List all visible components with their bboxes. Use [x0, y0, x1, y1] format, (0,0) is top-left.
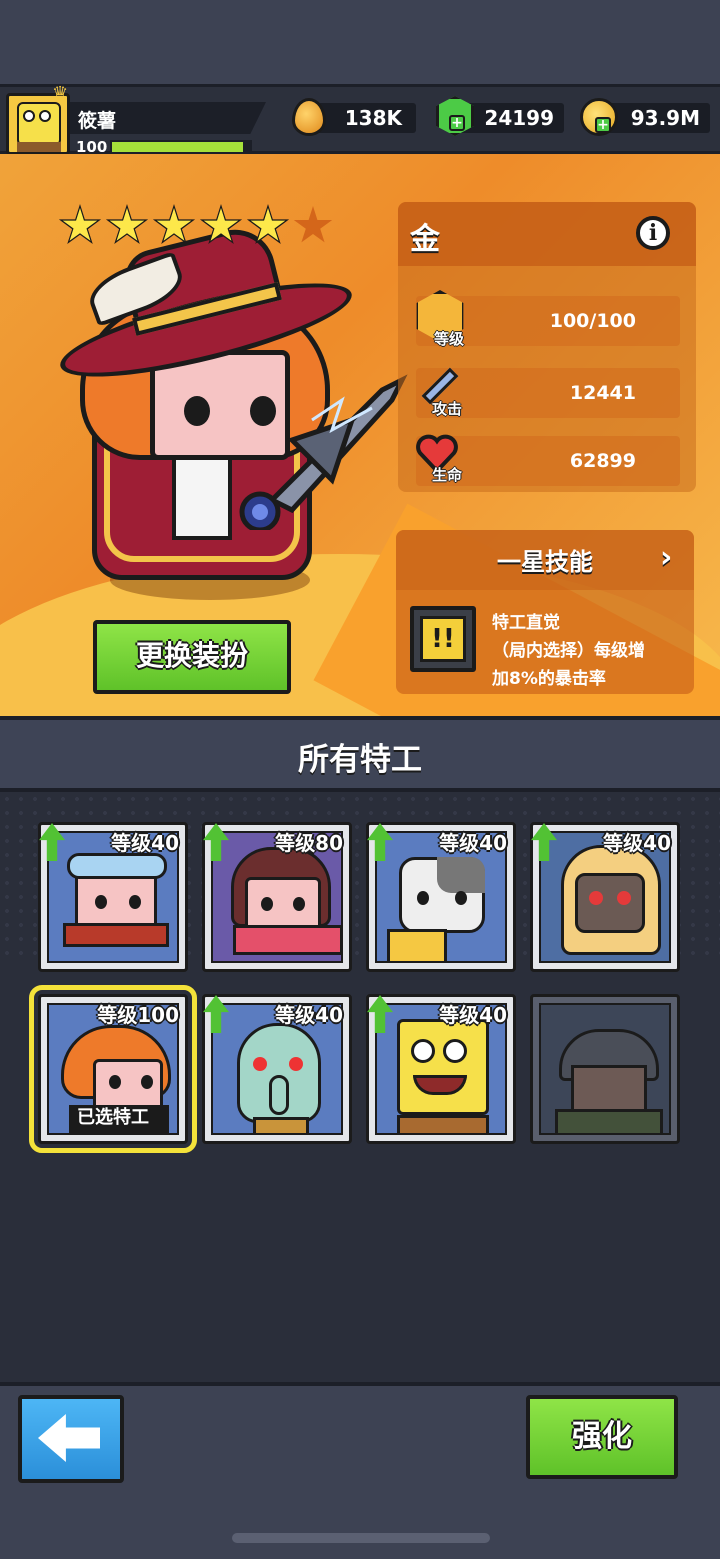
agent-card[interactable]: 等级40 [366, 994, 516, 1144]
change-outfit-button[interactable]: 更换装扮 [93, 620, 291, 694]
upgrade-button[interactable]: 强化 [526, 1395, 678, 1479]
scarf [233, 925, 341, 955]
agent-eye [417, 891, 429, 905]
skill-alert-icon: !! [410, 606, 476, 672]
mask-icon [575, 873, 645, 933]
agent-card[interactable]: 等级40 [38, 822, 188, 972]
hero-name: 金 [410, 222, 440, 257]
agent-portrait [539, 1003, 671, 1135]
upgrade-arrow-icon [203, 823, 229, 861]
upgrade-arrow-icon [531, 823, 557, 861]
agent-card[interactable]: 等级40 [530, 822, 680, 972]
add-coin-icon[interactable]: + [595, 117, 611, 133]
coin-amount: 93.9M [630, 106, 700, 130]
stat-label: 等级 [434, 330, 465, 348]
selected-agent-label: 已选特工 [77, 1107, 149, 1128]
agent-head [571, 1065, 647, 1113]
coat [555, 1109, 663, 1133]
drop-amount: 138K [344, 106, 402, 130]
status-bar [0, 0, 720, 84]
skill-name: 特工直觉 [492, 613, 560, 633]
avatar-eye [39, 110, 51, 122]
sponge-eye [411, 1039, 435, 1063]
player-name: 筱薯 [78, 110, 117, 132]
scarf [63, 923, 169, 947]
cat-body [387, 929, 447, 961]
agent-eye [293, 897, 305, 911]
stat-value: 12441 [569, 382, 636, 404]
xp-bar-fill [112, 142, 243, 152]
squid-nose [269, 1075, 289, 1115]
cat-patch [437, 857, 485, 893]
goggles-icon [67, 853, 167, 879]
agent-level: 等级40 [275, 1003, 343, 1027]
home-indicator[interactable] [232, 1533, 490, 1543]
info-icon[interactable]: i [636, 216, 670, 250]
agent-eye [141, 1075, 153, 1089]
mask-eye [617, 891, 631, 905]
sponge-pants [397, 1115, 489, 1133]
stat-value: 100/100 [549, 310, 636, 332]
chevron-right-icon[interactable]: › [660, 540, 672, 575]
upgrade-arrow-icon [203, 995, 229, 1033]
skill-description: 加8%的暴击率 [492, 669, 606, 689]
upgrade-arrow-icon [39, 823, 65, 861]
mask-eye [589, 891, 603, 905]
agent-level: 等级40 [439, 831, 507, 855]
upgrade-arrow-icon [367, 823, 393, 861]
agent-card[interactable]: 等级40 [366, 822, 516, 972]
upgrade-arrow-icon [367, 995, 393, 1033]
exclamation-icon: !! [420, 616, 466, 662]
stat-label: 生命 [432, 466, 463, 484]
agent-level: 等级80 [275, 831, 343, 855]
avatar-face [17, 102, 61, 146]
roster-title: 所有特工 [298, 742, 422, 778]
agent-eye [289, 1057, 303, 1071]
agent-level: 等级40 [603, 831, 671, 855]
add-gem-icon[interactable]: + [449, 115, 465, 131]
character-eye [184, 396, 210, 426]
agent-card-selected[interactable]: 等级100 已选特工 [29, 985, 197, 1153]
avatar-pants [17, 142, 61, 152]
coin-icon[interactable]: + [580, 98, 618, 136]
stat-label: 攻击 [432, 400, 463, 418]
avatar-eye [23, 110, 35, 122]
agent-card[interactable]: 等级80 [202, 822, 352, 972]
agent-eye [261, 897, 273, 911]
agent-level: 等级40 [111, 831, 179, 855]
agent-eye [129, 895, 141, 909]
agent-level: 等级100 [97, 1003, 179, 1027]
agent-level: 等级40 [439, 1003, 507, 1027]
agent-card[interactable]: 等级40 [202, 994, 352, 1144]
agent-eye [455, 891, 467, 905]
sponge-eye [443, 1039, 467, 1063]
skill-description: （局内选择）每级增 [492, 641, 645, 661]
agent-eye [253, 1057, 267, 1071]
agent-eye [109, 1075, 121, 1089]
stat-value: 62899 [569, 450, 636, 472]
gem-amount: 24199 [484, 106, 554, 130]
agent-card-locked[interactable] [530, 994, 680, 1144]
crown-icon: ♛ [52, 83, 69, 104]
skill-title[interactable]: 一星技能 [396, 542, 694, 577]
agent-eye [95, 895, 107, 909]
squid-shirt [253, 1117, 309, 1133]
sponge-head [397, 1019, 489, 1115]
